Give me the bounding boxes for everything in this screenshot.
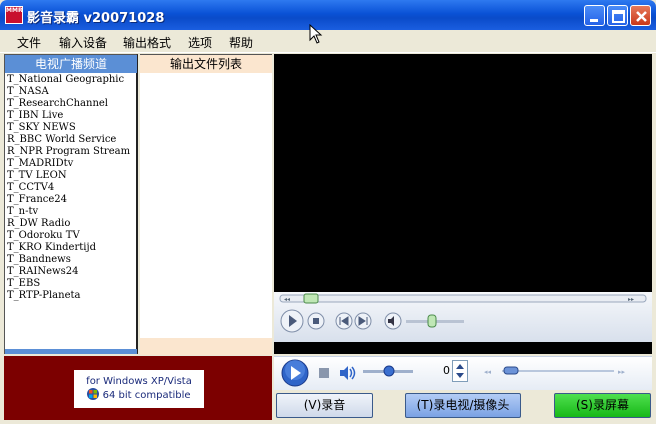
compat-line-2-row: 64 bit compatible (74, 388, 204, 401)
list-item[interactable]: T_SKY NEWS (7, 122, 139, 134)
list-item[interactable]: T_RAINews24 (7, 266, 139, 278)
menu-help[interactable]: 帮助 (229, 34, 253, 51)
channel-list-panel[interactable]: 电视广播频道 T_National Geographic T_NASA T_Re… (4, 54, 138, 354)
wmp-stop-icon[interactable] (307, 312, 325, 330)
menu-file[interactable]: 文件 (17, 34, 41, 51)
menu-input-device[interactable]: 输入设备 (59, 34, 107, 51)
record-screen-button[interactable]: (S)录屏幕 (554, 393, 651, 418)
menu-bar: 文件 输入设备 输出格式 选项 帮助 (0, 30, 656, 53)
svg-text:▸▸: ▸▸ (618, 368, 626, 376)
maximize-icon (612, 10, 625, 23)
minimize-button[interactable] (584, 5, 605, 26)
list-item[interactable]: T_IBN Live (7, 110, 139, 122)
close-button[interactable] (630, 5, 651, 26)
menu-output-format[interactable]: 输出格式 (123, 34, 171, 51)
app-logo-icon: MMR (5, 6, 23, 24)
output-file-list-footer (140, 338, 272, 355)
compat-line-1: for Windows XP/Vista (86, 376, 192, 387)
wmp-previous-icon[interactable] (335, 312, 353, 330)
wmp-play-icon[interactable] (279, 308, 305, 334)
compat-badge: for Windows XP/Vista 64 bit compatible (74, 370, 204, 408)
svg-text:◂◂: ◂◂ (484, 368, 492, 376)
position-slider[interactable]: ◂◂ ▸▸ (482, 364, 632, 378)
list-item[interactable]: T_National Geographic (7, 74, 139, 86)
counter-spinner[interactable] (452, 360, 468, 382)
windows-logo-icon (87, 388, 100, 400)
list-item[interactable]: T_ResearchChannel (7, 98, 139, 110)
play-icon[interactable] (280, 358, 310, 388)
wmp-volume-slider[interactable] (404, 314, 466, 328)
compat-line-2: 64 bit compatible (102, 390, 191, 401)
video-preview[interactable] (274, 54, 652, 274)
wmp-volume-icon[interactable] (384, 312, 402, 330)
list-item[interactable]: T_TV LEON (7, 170, 139, 182)
list-item[interactable]: R_BBC World Service (7, 134, 139, 146)
output-file-list-header: 输出文件列表 (140, 55, 272, 73)
list-item[interactable]: T_RTP-Planeta (7, 290, 139, 302)
window-title: 影音录霸 v20071028 (27, 11, 165, 26)
wmp-next-icon[interactable] (354, 312, 372, 330)
list-item[interactable]: T_France24 (7, 194, 139, 206)
media-player-controls: ◂◂ ▸▸ (274, 292, 652, 342)
mouse-cursor-icon (309, 24, 323, 44)
svg-text:◂◂: ◂◂ (284, 296, 290, 303)
channel-list-scrollbar[interactable] (5, 349, 137, 354)
list-item[interactable]: R_DW Radio (7, 218, 139, 230)
list-item[interactable]: T_Odoroku TV (7, 230, 139, 242)
volume-slider[interactable] (362, 364, 414, 378)
volume-icon[interactable] (339, 365, 357, 381)
list-item[interactable]: R_NPR Program Stream (7, 146, 139, 158)
counter-value: 0 (443, 364, 450, 377)
output-file-list-panel[interactable]: 输出文件列表 (140, 54, 272, 355)
list-item[interactable]: T_MADRIDtv (7, 158, 139, 170)
close-icon (636, 11, 647, 22)
app-logo-text: MMR (6, 7, 23, 14)
list-item[interactable]: T_CCTV4 (7, 182, 139, 194)
channel-list[interactable]: T_National Geographic T_NASA T_ResearchC… (7, 74, 139, 302)
record-audio-button[interactable]: (V)录音 (276, 393, 373, 418)
minimize-icon (590, 19, 598, 22)
list-item[interactable]: T_KRO Kindertijd (7, 242, 139, 254)
channel-list-header: 电视广播频道 (5, 55, 137, 73)
list-item[interactable]: T_NASA (7, 86, 139, 98)
svg-text:▸▸: ▸▸ (628, 296, 634, 303)
maximize-button[interactable] (607, 5, 628, 26)
menu-options[interactable]: 选项 (188, 34, 212, 51)
record-tv-camera-button[interactable]: (T)录电视/摄像头 (405, 393, 521, 418)
list-item[interactable]: T_Bandnews (7, 254, 139, 266)
stop-icon[interactable] (318, 367, 330, 379)
list-item[interactable]: T_EBS (7, 278, 139, 290)
list-item[interactable]: T_n-tv (7, 206, 139, 218)
